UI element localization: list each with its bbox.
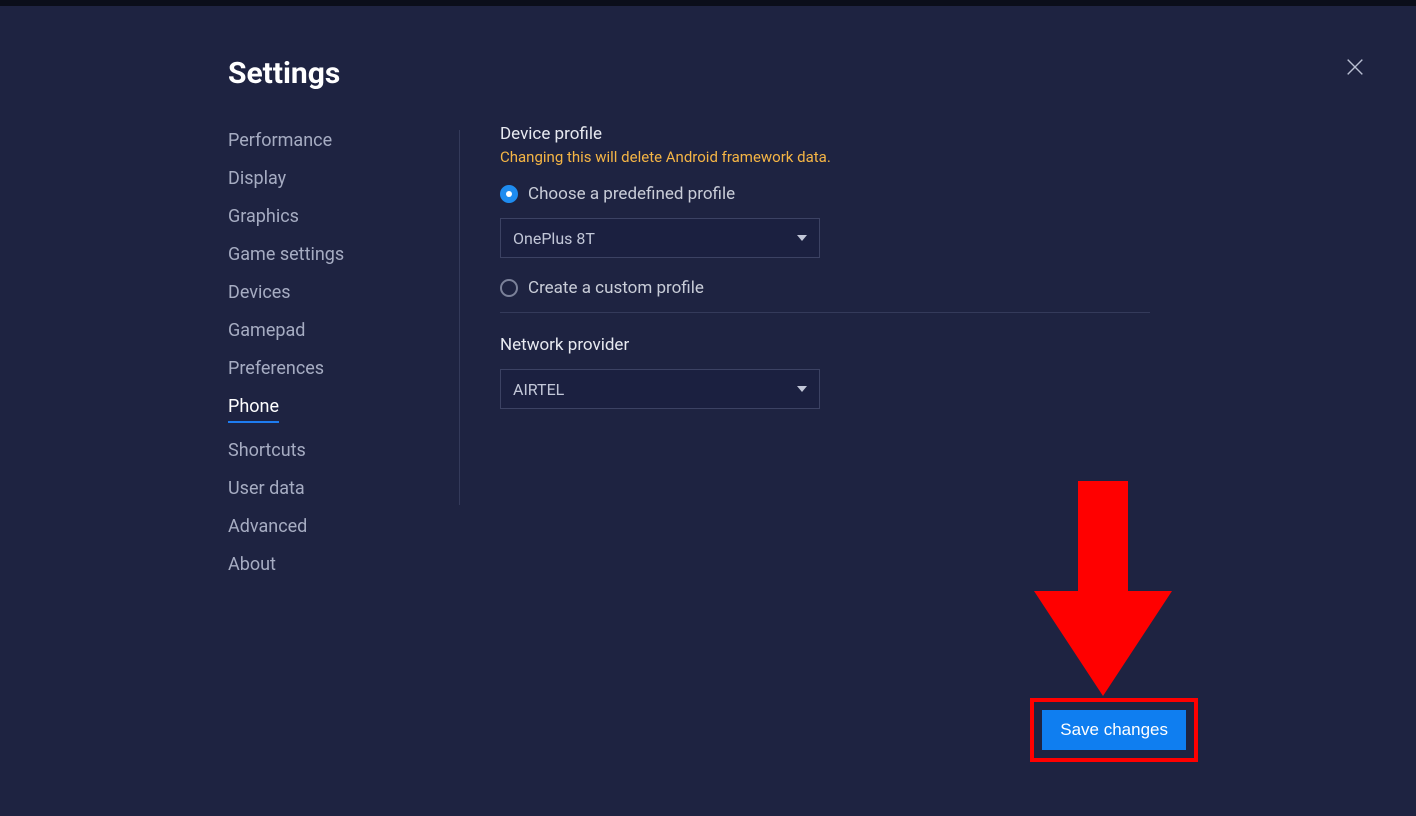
radio-icon	[500, 279, 518, 297]
sidebar-item-shortcuts[interactable]: Shortcuts	[228, 440, 306, 461]
page-title: Settings	[228, 56, 340, 91]
settings-content: Device profile Changing this will delete…	[500, 124, 1150, 429]
close-icon	[1344, 56, 1366, 78]
sidebar-item-preferences[interactable]: Preferences	[228, 358, 324, 379]
radio-predefined-profile[interactable]: Choose a predefined profile	[500, 184, 1150, 204]
chevron-down-icon	[797, 235, 807, 241]
section-divider	[500, 312, 1150, 313]
sidebar-item-phone[interactable]: Phone	[228, 396, 279, 423]
sidebar-item-user-data[interactable]: User data	[228, 478, 305, 499]
sidebar-item-display[interactable]: Display	[228, 168, 286, 189]
settings-panel: Settings Performance Display Graphics Ga…	[0, 6, 1416, 816]
save-changes-button[interactable]: Save changes	[1042, 710, 1186, 750]
annotation-arrow-icon	[1034, 481, 1172, 696]
network-provider-select[interactable]: AIRTEL	[500, 369, 820, 409]
device-profile-selected-value: OnePlus 8T	[513, 229, 595, 248]
radio-custom-profile[interactable]: Create a custom profile	[500, 278, 1150, 298]
close-button[interactable]	[1344, 56, 1366, 78]
sidebar-item-devices[interactable]: Devices	[228, 282, 291, 303]
device-profile-warning: Changing this will delete Android framew…	[500, 148, 1150, 166]
radio-predefined-label: Choose a predefined profile	[528, 184, 735, 204]
sidebar-item-advanced[interactable]: Advanced	[228, 516, 307, 537]
network-provider-heading: Network provider	[500, 335, 1150, 355]
sidebar-item-gamepad[interactable]: Gamepad	[228, 320, 305, 341]
footer-actions: Save changes	[1030, 698, 1198, 762]
device-profile-select[interactable]: OnePlus 8T	[500, 218, 820, 258]
sidebar-item-about[interactable]: About	[228, 554, 276, 575]
sidebar-item-performance[interactable]: Performance	[228, 130, 332, 151]
sidebar-item-game-settings[interactable]: Game settings	[228, 244, 344, 265]
chevron-down-icon	[797, 386, 807, 392]
radio-icon	[500, 185, 518, 203]
settings-sidebar: Performance Display Graphics Game settin…	[228, 130, 428, 575]
sidebar-item-graphics[interactable]: Graphics	[228, 206, 299, 227]
device-profile-heading: Device profile	[500, 124, 1150, 144]
radio-custom-label: Create a custom profile	[528, 278, 704, 298]
vertical-divider	[459, 130, 460, 505]
network-provider-selected-value: AIRTEL	[513, 380, 564, 399]
annotation-highlight-box: Save changes	[1030, 698, 1198, 762]
